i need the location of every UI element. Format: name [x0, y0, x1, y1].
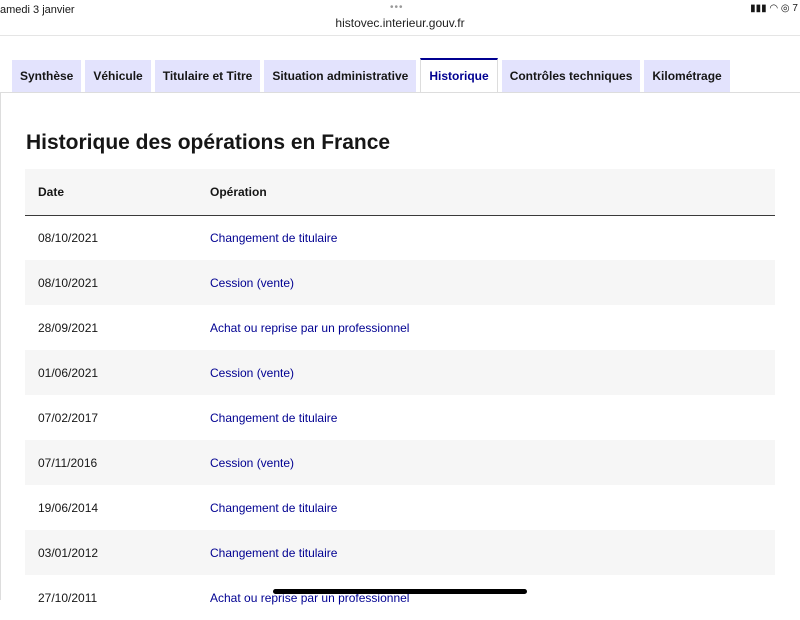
tab-situation-administrative[interactable]: Situation administrative [264, 60, 417, 92]
table-row: 28/09/2021 Achat ou reprise par un profes… [25, 305, 775, 350]
row-operation: Changement de titulaire [210, 530, 775, 575]
tab-controles-techniques[interactable]: Contrôles techniques [501, 60, 641, 92]
history-table: Date Opération 08/10/2021 Changement de t… [25, 169, 775, 620]
divider [0, 35, 800, 36]
row-date: 27/10/2011 [38, 590, 98, 605]
tab-historique[interactable]: Historique [420, 58, 498, 92]
tab-bar: Synthèse Véhicule Titulaire et Titre Situat… [12, 58, 792, 92]
row-operation: Changement de titulaire [210, 410, 338, 425]
row-date: 01/06/2021 [25, 350, 210, 395]
table-row: 03/01/2012 Changement de titulaire [25, 530, 775, 575]
status-icons: ▮▮▮ ◠ ◎ 7 [750, 3, 798, 14]
column-header-date: Date [25, 169, 210, 216]
status-date: amedi 3 janvier [0, 4, 75, 16]
row-date: 08/10/2021 [25, 260, 210, 305]
row-date: 08/10/2021 [38, 230, 99, 245]
table-row: 08/10/2021 Cession (vente) [25, 260, 775, 305]
row-operation: Changement de titulaire [210, 500, 338, 515]
page-title: Historique des opérations en France [26, 131, 391, 154]
row-operation: Changement de titulaire [210, 230, 338, 245]
table-row: 07/11/2016 Cession (vente) [25, 440, 775, 485]
row-date: 07/02/2017 [38, 410, 99, 425]
table-row: 27/10/2011 Achat ou reprise par un profes… [25, 575, 775, 620]
row-operation: Cession (vente) [210, 260, 775, 305]
row-operation: Cession (vente) [210, 440, 775, 485]
table-row: 19/06/2014 Changement de titulaire [25, 485, 775, 530]
tab-titulaire-et-titre[interactable]: Titulaire et Titre [154, 60, 261, 92]
browser-menu-dots[interactable]: ••• [390, 2, 404, 13]
row-operation: Cession (vente) [210, 350, 775, 395]
row-operation: Achat ou reprise par un professionnel [210, 320, 410, 335]
row-date: 19/06/2014 [38, 500, 99, 515]
column-header-operation: Opération [210, 169, 775, 216]
tab-kilometrage[interactable]: Kilométrage [644, 60, 730, 92]
tab-synthese[interactable]: Synthèse [12, 60, 82, 92]
row-operation: Achat ou reprise par un professionnel [210, 590, 410, 605]
table-row: 07/02/2017 Changement de titulaire [25, 395, 775, 440]
row-date: 07/11/2016 [25, 440, 210, 485]
table-row: 08/10/2021 Changement de titulaire [25, 215, 775, 260]
table-row: 01/06/2021 Cession (vente) [25, 350, 775, 395]
tab-vehicule[interactable]: Véhicule [85, 60, 151, 92]
address-bar[interactable]: histovec.interieur.gouv.fr [0, 16, 800, 30]
row-date: 28/09/2021 [38, 320, 99, 335]
row-date: 03/01/2012 [25, 530, 210, 575]
home-indicator[interactable] [273, 589, 527, 594]
